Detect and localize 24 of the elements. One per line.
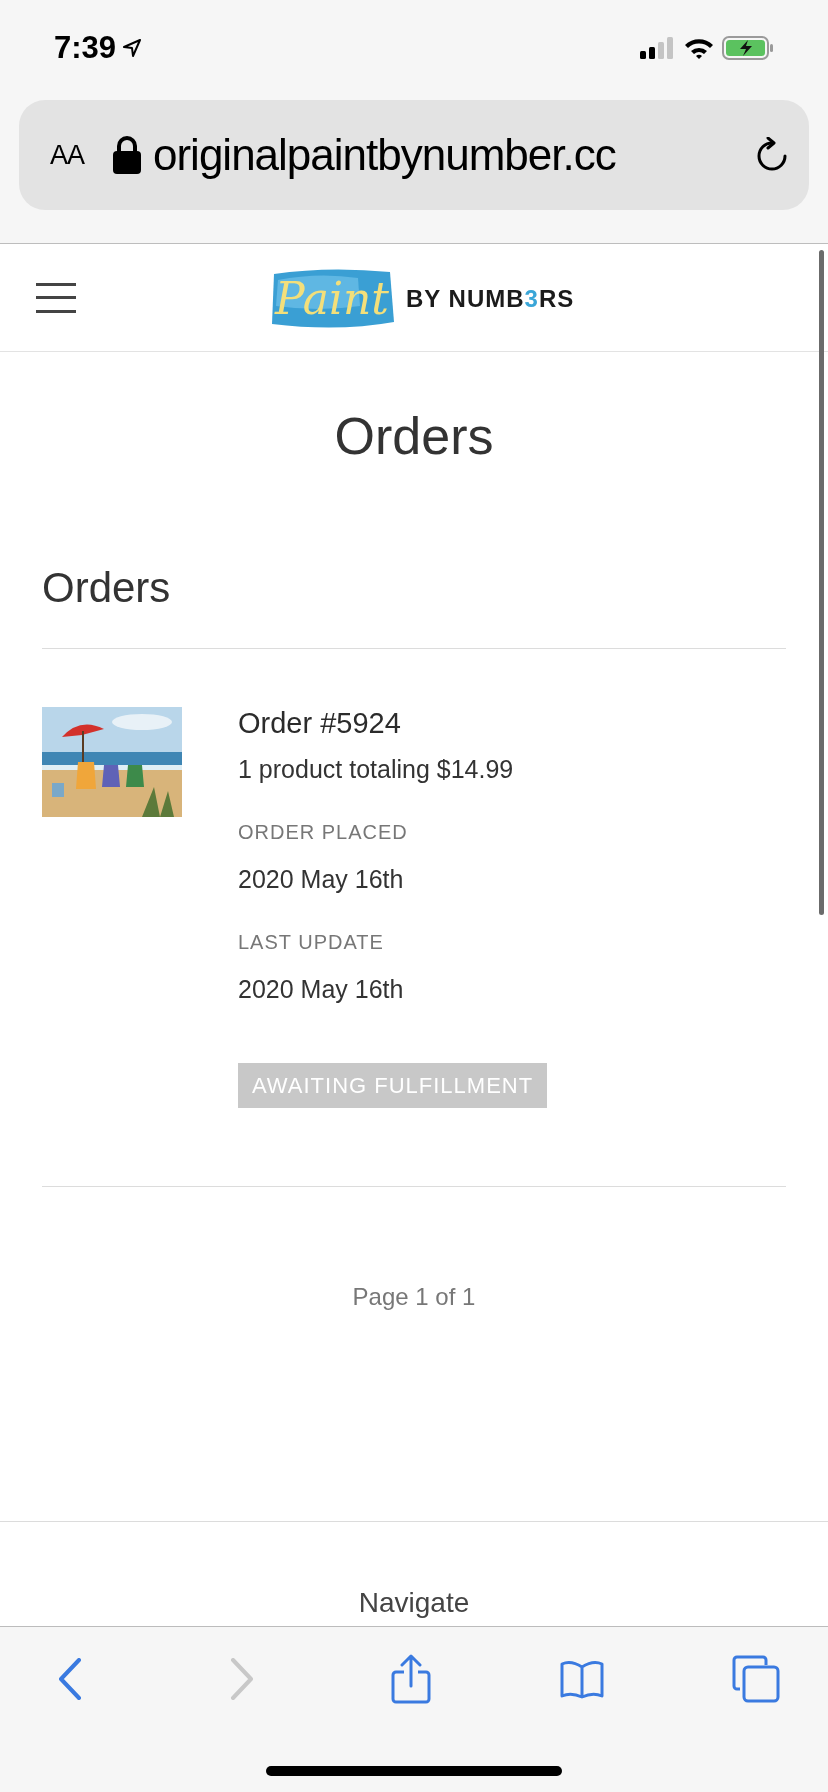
field-label: LAST UPDATE [238, 930, 385, 955]
reload-icon[interactable] [755, 137, 789, 173]
battery-charging-icon [722, 36, 774, 60]
field-label: ORDER PLACED [238, 820, 409, 845]
share-icon[interactable] [391, 1654, 431, 1704]
field-value: 2020 May 16th [238, 864, 405, 895]
tabs-icon[interactable] [732, 1655, 780, 1703]
order-summary: 1 product totaling $14.99 [238, 754, 515, 785]
lock-icon [113, 136, 141, 174]
url-text[interactable]: originalpaintbynumber.cc [153, 122, 616, 188]
bookmarks-icon[interactable] [558, 1659, 605, 1699]
field-value: 2020 May 16th [238, 974, 405, 1005]
location-arrow-icon [122, 38, 143, 58]
page-title: Orders [333, 406, 495, 467]
pagination-text: Page 1 of 1 [351, 1282, 477, 1312]
status-time: 7:39 [54, 28, 117, 67]
text-size-button[interactable]: AA [39, 134, 95, 176]
site-logo[interactable]: Paint BY NUMB3RS [268, 266, 575, 332]
menu-icon[interactable] [36, 281, 76, 314]
wifi-icon [684, 37, 714, 59]
signal-icon [640, 37, 676, 59]
section-title: Orders [42, 563, 172, 613]
order-title[interactable]: Order #5924 [238, 705, 548, 741]
footer-heading: Navigate [357, 1586, 471, 1620]
